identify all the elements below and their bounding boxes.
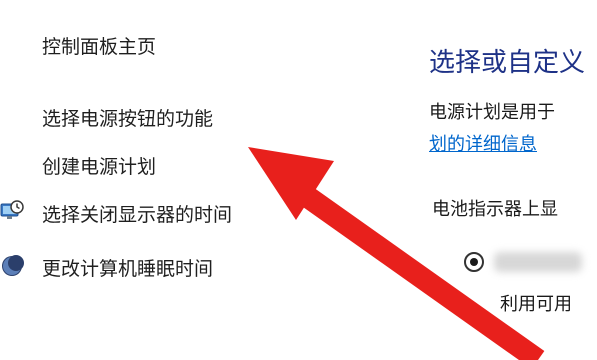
- power-plan-details-link[interactable]: 划的详细信息: [429, 130, 537, 156]
- plan-name-blurred: [494, 252, 582, 272]
- power-plan-radio[interactable]: [464, 252, 484, 272]
- moon-sleep-icon: [0, 254, 24, 278]
- sidebar-item-power-button-function[interactable]: 选择电源按钮的功能: [42, 104, 213, 131]
- page-title: 选择或自定义: [429, 48, 586, 78]
- control-panel-home-link[interactable]: 控制面板主页: [42, 32, 156, 59]
- battery-meter-plans-label: 电池指示器上显: [432, 199, 558, 220]
- power-plan-description: 电源计划是用于: [429, 102, 555, 123]
- sidebar-item-display-off-time[interactable]: 选择关闭显示器的时间: [42, 200, 232, 227]
- plan-description-text: 利用可用: [500, 294, 572, 315]
- display-clock-icon: [0, 198, 24, 222]
- sidebar-item-create-power-plan[interactable]: 创建电源计划: [42, 152, 156, 179]
- sidebar-item-sleep-time[interactable]: 更改计算机睡眠时间: [42, 254, 213, 281]
